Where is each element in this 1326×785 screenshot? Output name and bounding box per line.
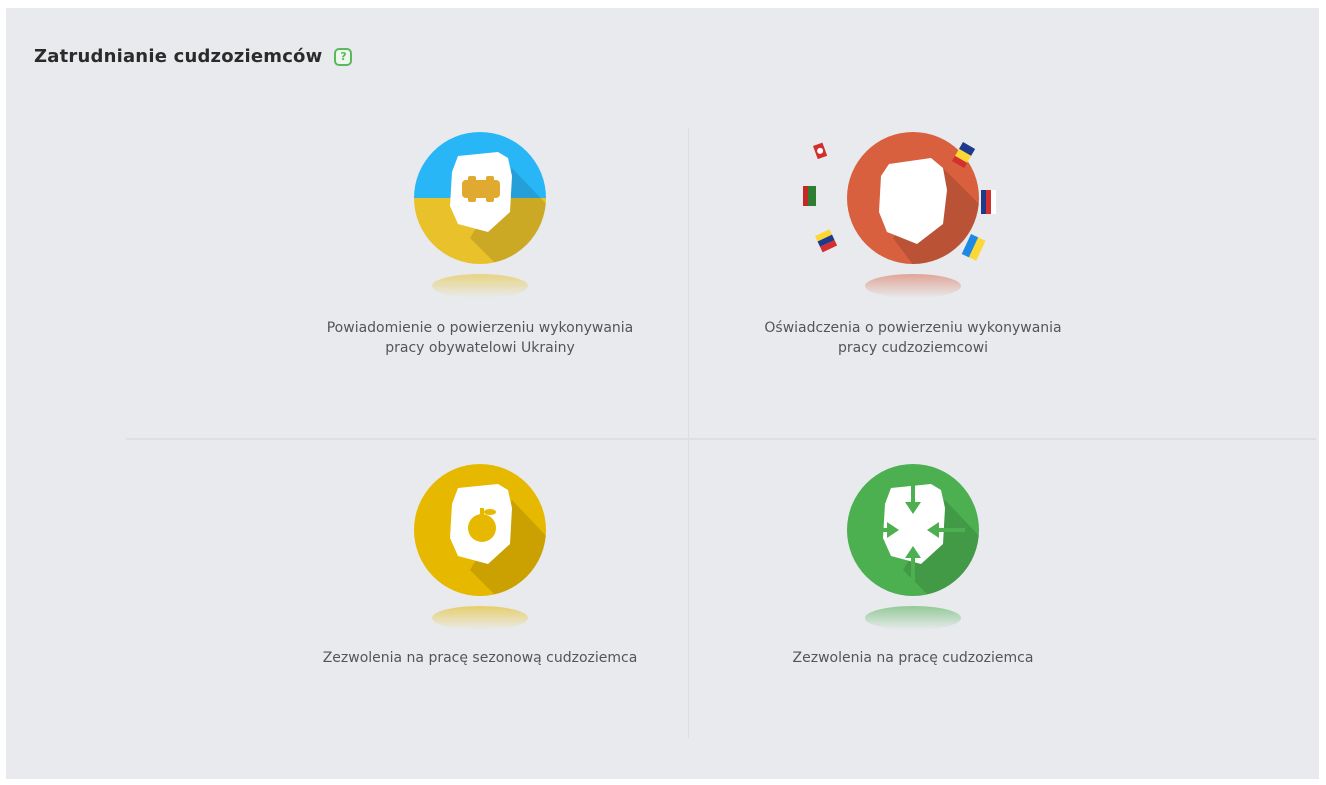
tile-ukraine-notification[interactable]: Powiadomienie o powierzeniu wykonywania … <box>310 128 650 418</box>
horizontal-divider <box>126 438 1316 440</box>
vertical-divider <box>688 128 689 738</box>
tile-label: Zezwolenia na pracę sezonową cudzoziemca <box>322 650 638 666</box>
tile-work-permit[interactable]: Zezwolenia na pracę cudzoziemca <box>743 460 1083 750</box>
panel-header: Zatrudnianie cudzoziemców ? <box>34 46 353 67</box>
poland-map-icon <box>803 132 996 298</box>
handshake-icon <box>414 132 546 298</box>
flag-icon <box>813 142 828 160</box>
arrows-inward-icon <box>847 464 979 630</box>
tile-label: Zezwolenia na pracę cudzoziemca <box>792 650 1034 666</box>
tile-declaration[interactable]: Oświadczenia o powierzeniu wykonywania p… <box>743 128 1083 418</box>
page-title: Zatrudnianie cudzoziemców <box>34 46 323 67</box>
tile-seasonal-permit[interactable]: Zezwolenia na pracę sezonową cudzoziemca <box>310 460 650 750</box>
help-icon[interactable]: ? <box>334 47 353 66</box>
tile-label: Oświadczenia o powierzeniu wykonywania p… <box>764 320 1062 356</box>
apple-icon <box>414 464 546 630</box>
tile-label: Powiadomienie o powierzeniu wykonywania … <box>326 320 634 356</box>
employment-panel: Zatrudnianie cudzoziemców ? Powiadomieni… <box>6 8 1319 779</box>
